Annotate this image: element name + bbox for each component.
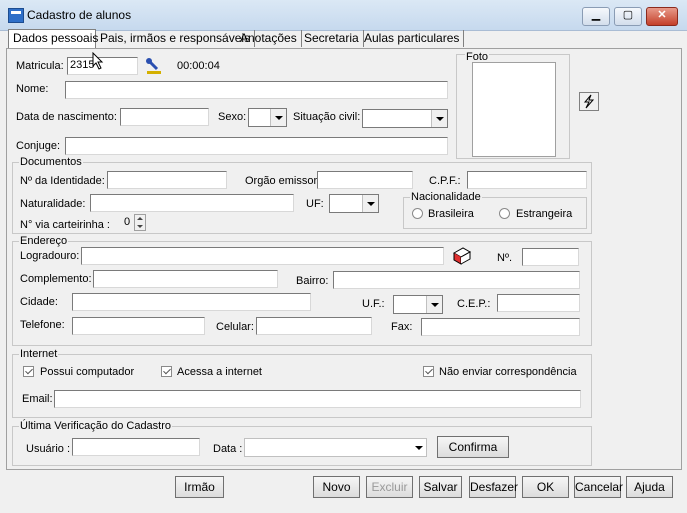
cep-label: C.E.P.: bbox=[457, 298, 491, 310]
nome-label: Nome: bbox=[16, 83, 49, 95]
window-title: Cadastro de alunos bbox=[27, 8, 132, 22]
orgao-label: Orgão emissor: bbox=[245, 175, 321, 187]
data-select[interactable] bbox=[244, 438, 427, 457]
orgao-input[interactable] bbox=[317, 171, 413, 189]
email-input[interactable] bbox=[54, 390, 581, 408]
chevron-down-icon[interactable] bbox=[426, 296, 442, 313]
address-book-icon[interactable] bbox=[451, 245, 472, 265]
acessa-internet-checkbox[interactable] bbox=[161, 366, 172, 377]
nascimento-input[interactable] bbox=[120, 108, 209, 126]
estrangeira-radio[interactable] bbox=[499, 208, 510, 219]
logradouro-label: Logradouro: bbox=[20, 250, 80, 262]
nacionalidade-label: Nacionalidade bbox=[410, 191, 482, 203]
nao-enviar-label: Não enviar correspondência bbox=[439, 366, 577, 378]
fax-input[interactable] bbox=[421, 318, 580, 336]
possui-computador-label: Possui computador bbox=[40, 366, 135, 378]
irmao-button[interactable]: Irmão bbox=[175, 476, 224, 498]
bairro-input[interactable] bbox=[333, 271, 580, 289]
internet-group-label: Internet bbox=[19, 348, 59, 360]
carteirinha-value[interactable]: 0 bbox=[124, 216, 130, 228]
main-window: Cadastro de alunos ▁ ▢ ✕ Dados pessoais … bbox=[0, 0, 687, 513]
tab-anotacoes[interactable]: Anotações bbox=[236, 30, 302, 47]
novo-button[interactable]: Novo bbox=[313, 476, 360, 498]
search-key-icon[interactable] bbox=[144, 57, 164, 76]
lightning-icon[interactable] bbox=[579, 92, 599, 111]
tab-dados-pessoais[interactable]: Dados pessoais bbox=[8, 29, 98, 49]
carteirinha-spinner[interactable] bbox=[134, 214, 146, 231]
elapsed-time: 00:00:04 bbox=[177, 60, 220, 72]
excluir-button[interactable]: Excluir bbox=[366, 476, 413, 498]
telefone-input[interactable] bbox=[72, 317, 205, 335]
photo-box[interactable] bbox=[472, 62, 556, 157]
numero-label: Nº. bbox=[497, 252, 513, 264]
cancelar-button[interactable]: Cancelar bbox=[574, 476, 623, 498]
nao-enviar-checkbox[interactable] bbox=[423, 366, 434, 377]
chevron-down-icon[interactable] bbox=[431, 110, 447, 127]
cpf-input[interactable] bbox=[467, 171, 587, 189]
internet-group: Internet bbox=[12, 348, 592, 418]
estrangeira-label: Estrangeira bbox=[516, 208, 573, 220]
chevron-down-icon[interactable] bbox=[362, 195, 378, 212]
title-bar: Cadastro de alunos ▁ ▢ ✕ bbox=[0, 0, 687, 31]
ajuda-button[interactable]: Ajuda bbox=[626, 476, 673, 498]
logradouro-input[interactable] bbox=[81, 247, 444, 265]
data-label: Data : bbox=[213, 443, 243, 455]
civil-select[interactable] bbox=[362, 109, 448, 128]
close-button[interactable]: ✕ bbox=[646, 7, 678, 26]
cep-input[interactable] bbox=[497, 294, 580, 312]
ok-button[interactable]: OK bbox=[522, 476, 569, 498]
tab-aulas-particulares[interactable]: Aulas particulares bbox=[360, 30, 465, 47]
conjuge-input[interactable] bbox=[65, 137, 448, 155]
naturalidade-label: Naturalidade: bbox=[20, 198, 86, 210]
uf-select[interactable] bbox=[329, 194, 379, 213]
numero-input[interactable] bbox=[522, 248, 579, 266]
tab-secretaria[interactable]: Secretaria bbox=[300, 30, 364, 47]
identidade-input[interactable] bbox=[107, 171, 227, 189]
matricula-label: Matricula: bbox=[16, 60, 64, 72]
cpf-label: C.P.F.: bbox=[429, 175, 461, 187]
minimize-button[interactable]: ▁ bbox=[582, 7, 610, 26]
sexo-select[interactable] bbox=[248, 108, 287, 127]
chevron-down-icon[interactable] bbox=[270, 109, 286, 126]
identidade-label: Nº da Identidade: bbox=[20, 175, 105, 187]
uf-endereco-select[interactable] bbox=[393, 295, 443, 314]
usuario-input[interactable] bbox=[72, 438, 200, 456]
complemento-label: Complemento: bbox=[20, 273, 92, 285]
mouse-cursor-icon bbox=[92, 52, 104, 70]
verificacao-group-label: Última Verificação do Cadastro bbox=[19, 420, 173, 432]
app-icon bbox=[8, 8, 24, 23]
possui-computador-checkbox[interactable] bbox=[23, 366, 34, 377]
telefone-label: Telefone: bbox=[20, 319, 65, 331]
bairro-label: Bairro: bbox=[296, 275, 329, 287]
cidade-label: Cidade: bbox=[20, 296, 58, 308]
maximize-button[interactable]: ▢ bbox=[614, 7, 642, 26]
uf-endereco-label: U.F.: bbox=[362, 298, 385, 310]
usuario-label: Usuário : bbox=[26, 443, 71, 455]
conjuge-label: Conjuge: bbox=[16, 140, 61, 152]
celular-label: Celular: bbox=[216, 321, 254, 333]
salvar-button[interactable]: Salvar bbox=[419, 476, 462, 498]
acessa-internet-label: Acessa a internet bbox=[177, 366, 262, 378]
fax-label: Fax: bbox=[391, 321, 413, 333]
nome-input[interactable] bbox=[65, 81, 448, 99]
chevron-down-icon[interactable] bbox=[411, 439, 426, 456]
documentos-group-label: Documentos bbox=[19, 156, 83, 168]
confirma-button[interactable]: Confirma bbox=[437, 436, 509, 458]
complemento-input[interactable] bbox=[93, 270, 278, 288]
civil-label: Situação civil: bbox=[293, 111, 361, 123]
desfazer-button[interactable]: Desfazer bbox=[469, 476, 518, 498]
naturalidade-input[interactable] bbox=[90, 194, 294, 212]
sexo-label: Sexo: bbox=[218, 111, 247, 123]
cidade-input[interactable] bbox=[72, 293, 311, 311]
carteirinha-label: N° via carteirinha : bbox=[20, 219, 110, 231]
email-label: Email: bbox=[22, 393, 53, 405]
brasileira-radio[interactable] bbox=[412, 208, 423, 219]
uf-label: UF: bbox=[306, 198, 324, 210]
tab-pais-irmaos[interactable]: Pais, irmãos e responsáveis bbox=[96, 30, 256, 47]
brasileira-label: Brasileira bbox=[428, 208, 474, 220]
celular-input[interactable] bbox=[256, 317, 372, 335]
endereco-group-label: Endereço bbox=[19, 235, 69, 247]
nascimento-label: Data de nascimento: bbox=[16, 111, 117, 123]
